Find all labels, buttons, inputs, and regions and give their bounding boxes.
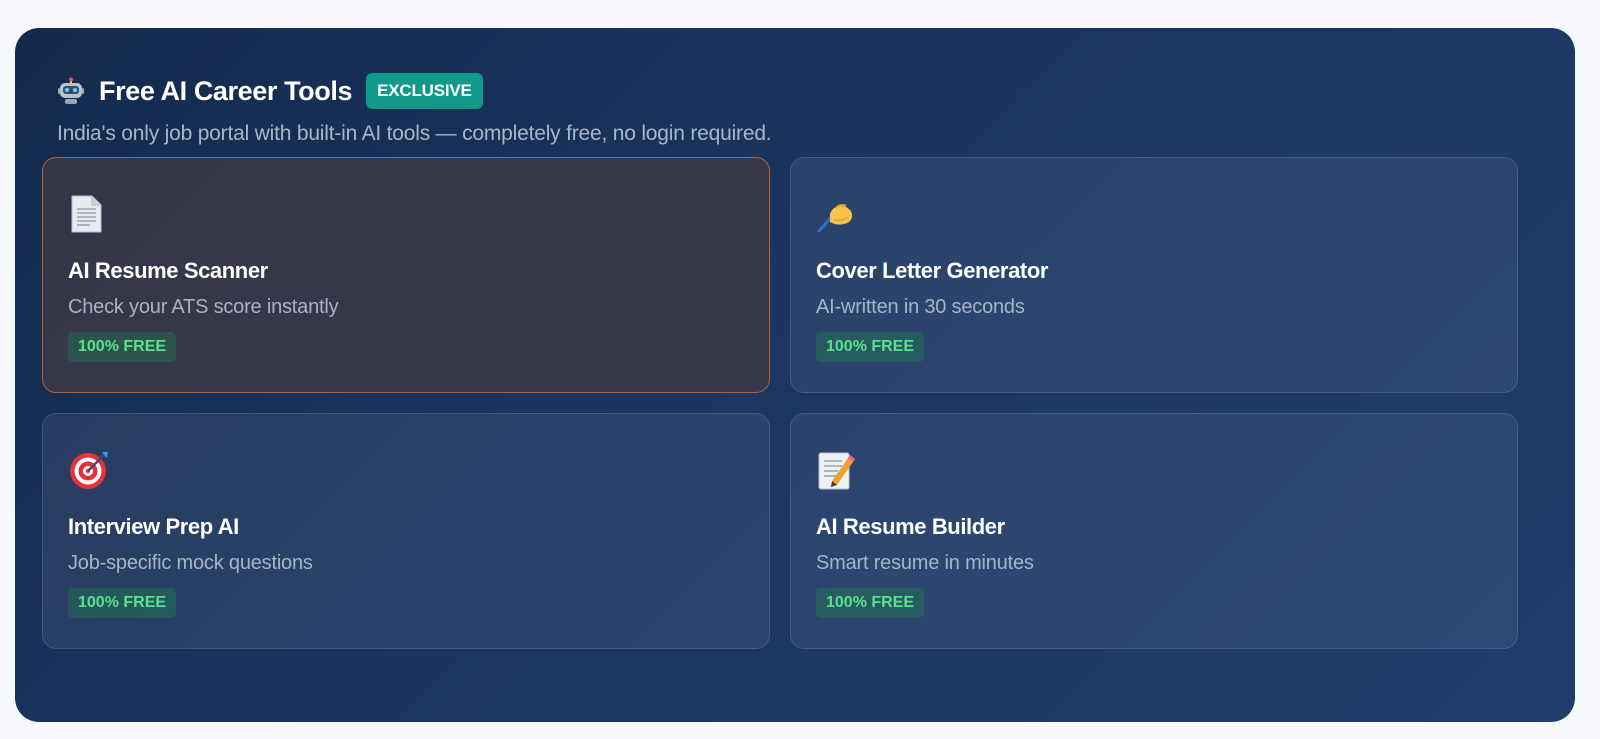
- tool-card-resume-builder[interactable]: AI Resume Builder Smart resume in minute…: [790, 413, 1518, 649]
- writing-hand-icon: [816, 192, 860, 236]
- card-description: AI-written in 30 seconds: [816, 296, 1025, 318]
- free-badge: 100% FREE: [816, 332, 925, 362]
- memo-icon: [816, 448, 860, 492]
- panel-header: Free AI Career Tools EXCLUSIVE: [57, 72, 1533, 110]
- free-badge: 100% FREE: [68, 332, 177, 362]
- exclusive-badge: EXCLUSIVE: [366, 73, 483, 109]
- card-title: Interview Prep AI: [68, 514, 239, 539]
- free-badge: 100% FREE: [816, 588, 925, 618]
- card-title: AI Resume Builder: [816, 514, 1005, 539]
- tools-grid: AI Resume Scanner Check your ATS score i…: [42, 157, 1518, 649]
- tool-card-interview-prep[interactable]: Interview Prep AI Job-specific mock ques…: [42, 413, 770, 649]
- card-description: Check your ATS score instantly: [68, 296, 339, 318]
- card-description: Job-specific mock questions: [68, 552, 313, 574]
- card-title: AI Resume Scanner: [68, 258, 268, 283]
- robot-icon: [57, 77, 85, 105]
- tool-card-cover-letter[interactable]: Cover Letter Generator AI-written in 30 …: [790, 157, 1518, 393]
- free-badge: 100% FREE: [68, 588, 177, 618]
- card-description: Smart resume in minutes: [816, 552, 1034, 574]
- panel-subtitle: India's only job portal with built-in AI…: [57, 122, 772, 145]
- page-title: Free AI Career Tools: [99, 75, 353, 106]
- target-icon: [68, 448, 112, 492]
- card-title: Cover Letter Generator: [816, 258, 1049, 283]
- tool-card-resume-scanner[interactable]: AI Resume Scanner Check your ATS score i…: [42, 157, 770, 393]
- document-icon: [68, 192, 112, 236]
